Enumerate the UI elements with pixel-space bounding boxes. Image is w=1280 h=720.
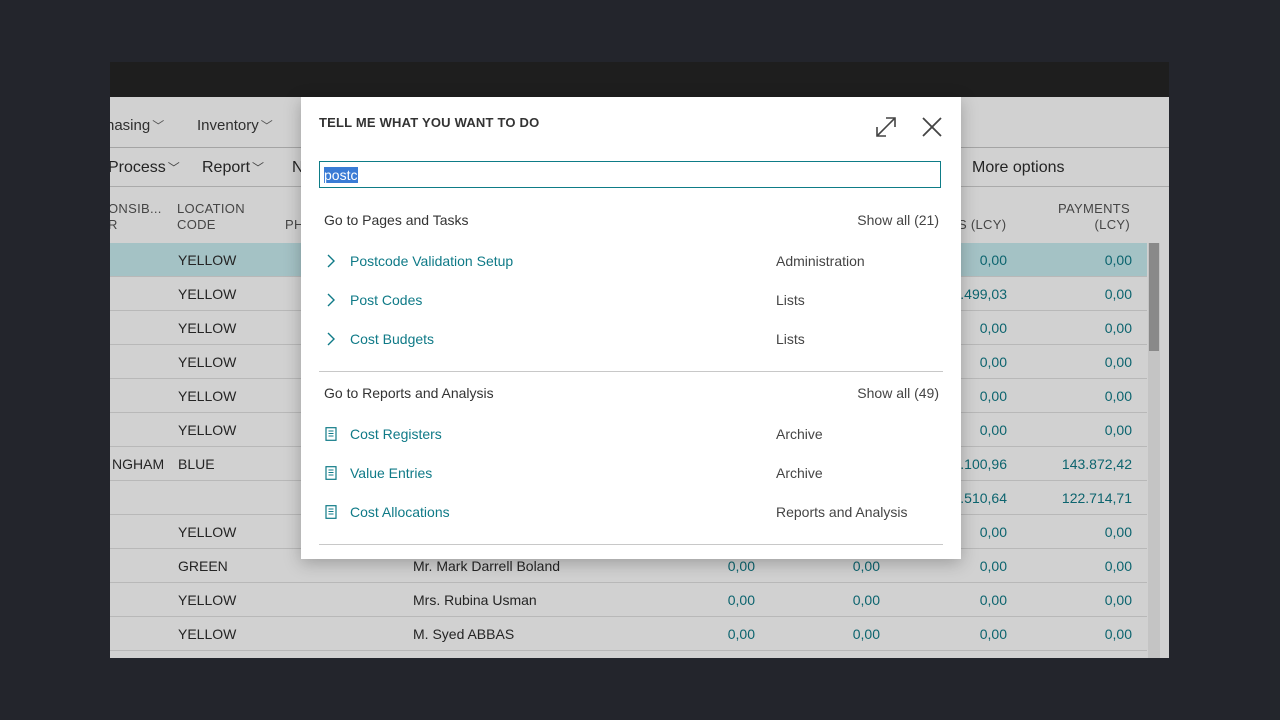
chevron-right-icon: [327, 332, 335, 346]
result-category: Administration: [776, 253, 865, 269]
dialog-title: TELL ME WHAT YOU WANT TO DO: [319, 115, 540, 130]
section-title-pages: Go to Pages and Tasks: [324, 212, 469, 228]
report-icon: [325, 505, 337, 519]
chevron-right-icon: [327, 254, 335, 268]
result-category: Lists: [776, 292, 805, 308]
section-title-reports: Go to Reports and Analysis: [324, 385, 494, 401]
result-item-report[interactable]: Cost Allocations Reports and Analysis: [319, 493, 943, 531]
search-input[interactable]: [320, 162, 940, 187]
close-icon[interactable]: [919, 114, 945, 140]
result-item-report[interactable]: Cost Registers Archive: [319, 415, 943, 453]
report-icon: [325, 427, 337, 441]
result-category: Reports and Analysis: [776, 504, 908, 520]
tell-me-dialog: TELL ME WHAT YOU WANT TO DO Go to Pages …: [301, 97, 961, 559]
section-divider: [319, 371, 943, 372]
result-label: Cost Registers: [350, 426, 442, 442]
result-category: Lists: [776, 331, 805, 347]
result-item-page[interactable]: Post Codes Lists: [319, 281, 943, 319]
result-category: Archive: [776, 465, 823, 481]
chevron-right-icon: [327, 293, 335, 307]
section-divider: [319, 544, 943, 545]
result-item-report[interactable]: Value Entries Archive: [319, 454, 943, 492]
search-field[interactable]: [319, 161, 941, 188]
show-all-pages-link[interactable]: Show all (21): [857, 212, 939, 228]
show-all-reports-link[interactable]: Show all (49): [857, 385, 939, 401]
result-item-page[interactable]: Postcode Validation Setup Administration: [319, 242, 943, 280]
result-label: Post Codes: [350, 292, 423, 308]
report-icon: [325, 466, 337, 480]
result-label: Cost Allocations: [350, 504, 450, 520]
result-item-page[interactable]: Cost Budgets Lists: [319, 320, 943, 358]
result-label: Postcode Validation Setup: [350, 253, 514, 269]
result-label: Value Entries: [350, 465, 433, 481]
expand-icon[interactable]: [873, 114, 899, 140]
result-category: Archive: [776, 426, 823, 442]
result-label: Cost Budgets: [350, 331, 435, 347]
